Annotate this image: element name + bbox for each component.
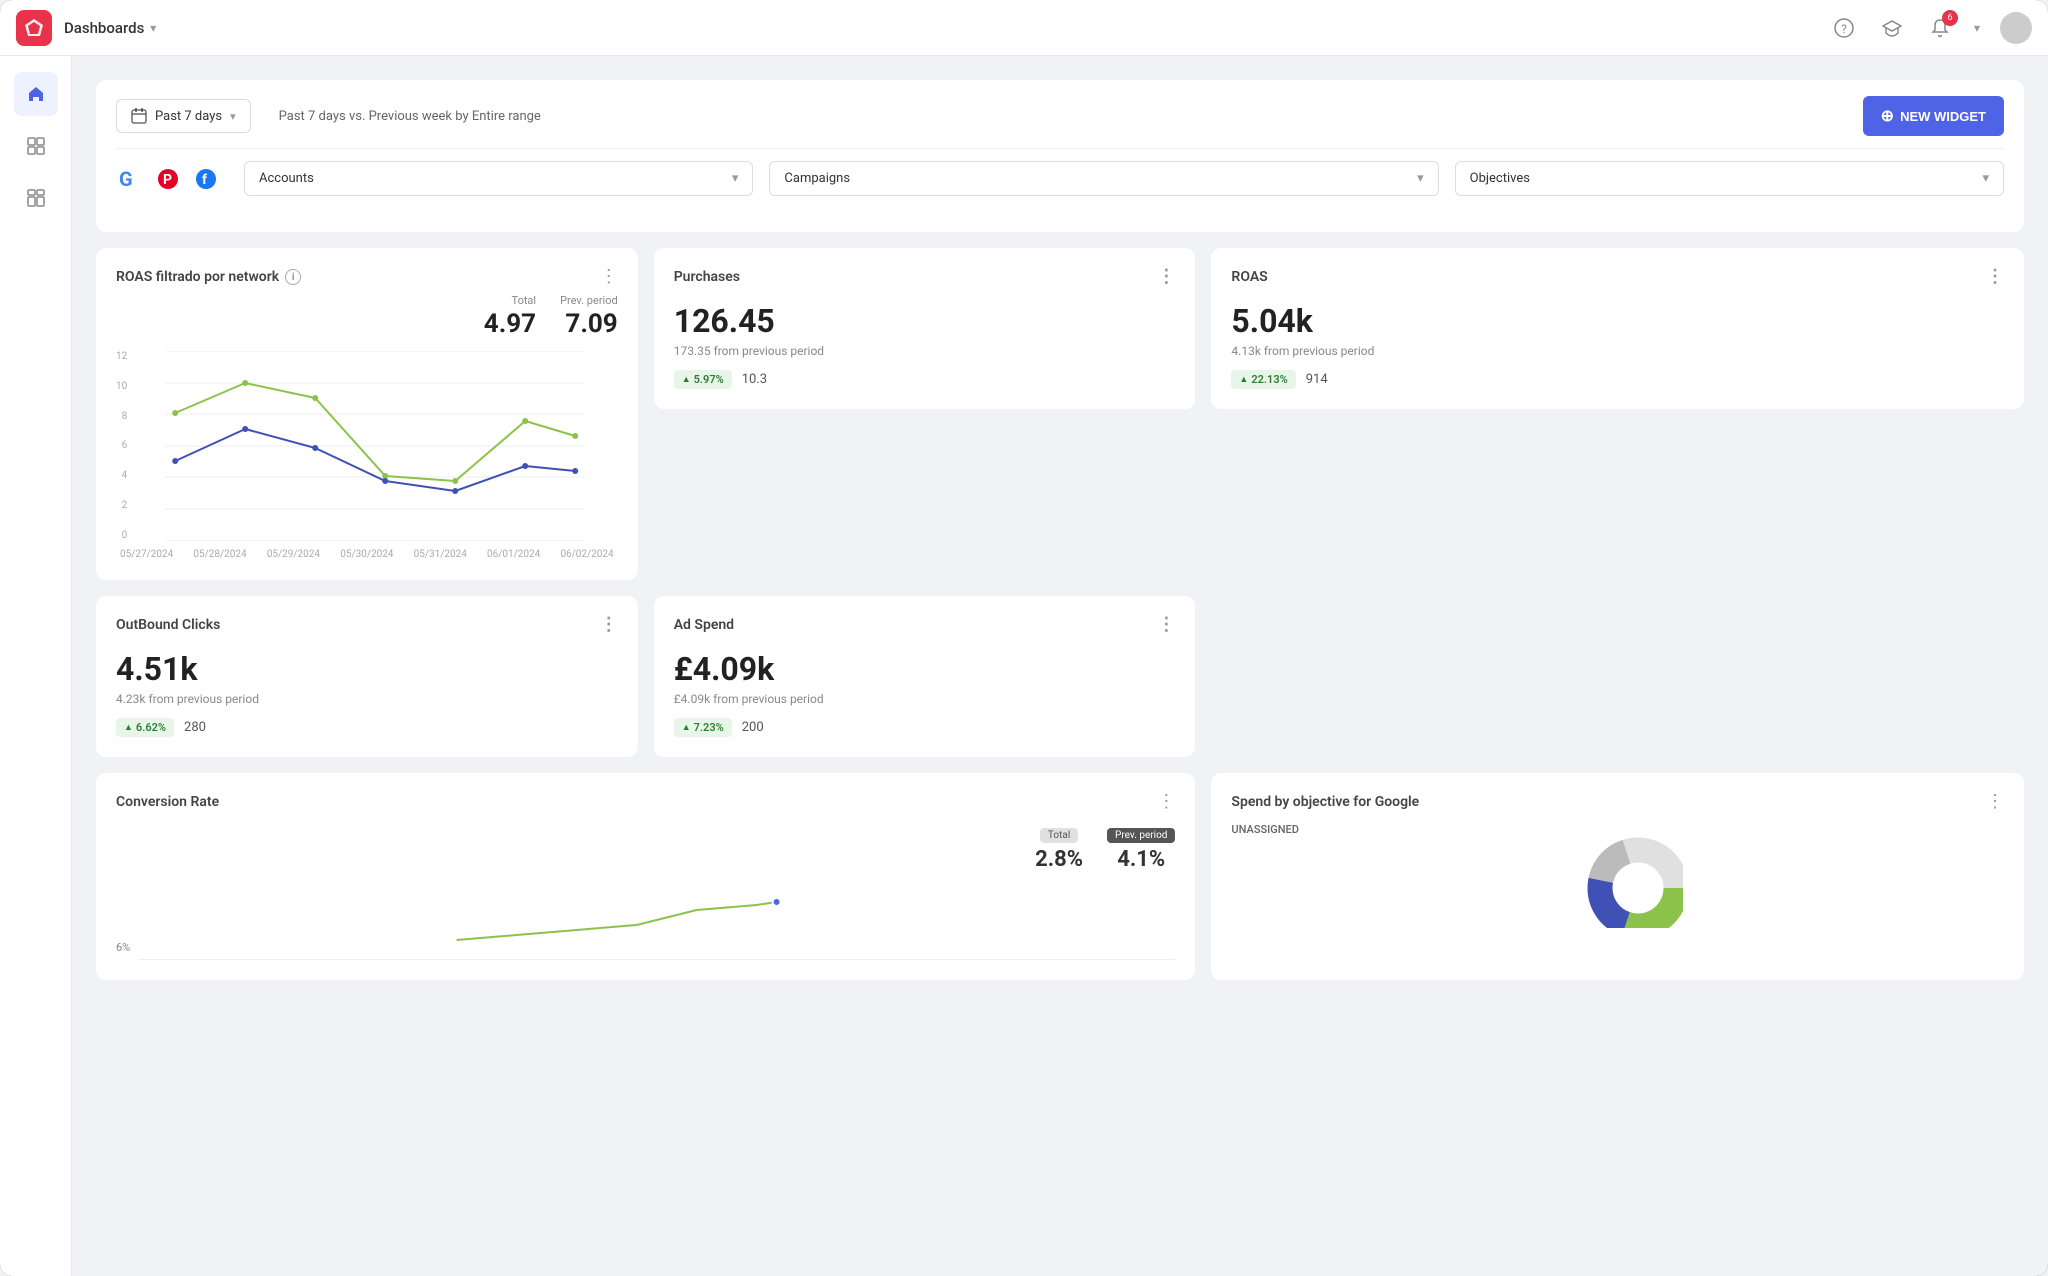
conversion-total-label: Total: [1040, 828, 1078, 843]
outbound-menu[interactable]: ⋮: [600, 616, 618, 634]
conversion-chart: [138, 880, 1175, 960]
graduation-icon[interactable]: [1878, 14, 1906, 42]
unassigned-label: UNASSIGNED: [1231, 823, 1299, 836]
chart-xaxis: 05/27/2024 05/28/2024 05/29/2024 05/30/2…: [116, 549, 618, 560]
nav-title-dashboards[interactable]: Dashboards ▾: [64, 19, 156, 37]
purchases-menu[interactable]: ⋮: [1157, 268, 1175, 286]
google-icon[interactable]: G: [116, 165, 144, 193]
accounts-label: Accounts: [259, 171, 314, 186]
date-range-info: Past 7 days vs. Previous week by Entire …: [279, 109, 541, 124]
legend-prev: Prev. period 7.09: [560, 294, 618, 339]
legend-prev-value: 7.09: [565, 309, 617, 339]
date-chevron-icon: ▾: [230, 110, 236, 123]
accounts-filter[interactable]: Accounts ▾: [244, 161, 753, 196]
svg-text:P: P: [163, 172, 172, 188]
conversion-menu[interactable]: ⋮: [1157, 793, 1175, 811]
purchases-secondary: 10.3: [742, 372, 767, 387]
facebook-icon[interactable]: f: [192, 165, 220, 193]
conversion-prev-label: Prev. period: [1107, 828, 1175, 843]
chart-svg: [133, 351, 617, 541]
legend-total-value: 4.97: [484, 309, 536, 339]
help-icon[interactable]: ?: [1830, 14, 1858, 42]
calendar-icon: [131, 108, 147, 124]
spend-menu[interactable]: ⋮: [1986, 793, 2004, 811]
outbound-secondary: 280: [184, 720, 206, 735]
logo: [16, 10, 52, 46]
adspend-value: £4.09k: [674, 650, 1176, 688]
accounts-chevron-icon: ▾: [732, 171, 739, 186]
nav-title-chevron-icon: ▾: [150, 21, 156, 35]
roas-chart-card: ROAS filtrado por network i ⋮ Total 4.97…: [96, 248, 638, 580]
campaigns-label: Campaigns: [784, 171, 850, 186]
purchases-card: Purchases ⋮ 126.45 173.35 from previous …: [654, 248, 1196, 409]
conversion-y-label: 6%: [116, 941, 130, 960]
outbound-card: OutBound Clicks ⋮ 4.51k 4.23k from previ…: [96, 596, 638, 757]
pinterest-icon[interactable]: P: [154, 165, 182, 193]
sidebar-item-grid[interactable]: [14, 124, 58, 168]
purchases-badge: 5.97%: [674, 370, 732, 389]
legend-total: Total 4.97: [484, 294, 536, 339]
outbound-badge: 6.62%: [116, 718, 174, 737]
roas-title: ROAS: [1231, 269, 1267, 285]
top-nav: Dashboards ▾ ? 6 ▾: [0, 0, 2048, 56]
adspend-secondary: 200: [742, 720, 764, 735]
sidebar-item-widgets[interactable]: [14, 176, 58, 220]
chart-title: ROAS filtrado por network: [116, 269, 279, 285]
legend-prev-label: Prev. period: [560, 294, 618, 307]
adspend-card: Ad Spend ⋮ £4.09k £4.09k from previous p…: [654, 596, 1196, 757]
user-menu-chevron[interactable]: ▾: [1974, 21, 1980, 35]
date-selector[interactable]: Past 7 days ▾: [116, 99, 251, 133]
outbound-sub: 4.23k from previous period: [116, 692, 618, 706]
conversion-title: Conversion Rate: [116, 794, 219, 810]
chart-info-icon[interactable]: i: [285, 269, 301, 285]
campaigns-chevron-icon: ▾: [1417, 171, 1424, 186]
adspend-sub: £4.09k from previous period: [674, 692, 1176, 706]
spend-card: Spend by objective for Google ⋮ UNASSIGN…: [1211, 773, 2024, 980]
outbound-title: OutBound Clicks: [116, 617, 220, 633]
sidebar: [0, 56, 72, 1276]
chart-menu[interactable]: ⋮: [600, 268, 618, 286]
conversion-card: Conversion Rate ⋮ Total 2.8% Prev. perio…: [96, 773, 1195, 980]
spend-title: Spend by objective for Google: [1231, 794, 1419, 810]
purchases-title: Purchases: [674, 269, 740, 285]
filter-bar: G P f Accounts ▾ Campaigns: [116, 161, 2004, 196]
objectives-filter[interactable]: Objectives ▾: [1455, 161, 2004, 196]
purchases-sub: 173.35 from previous period: [674, 344, 1176, 358]
chart-legend: Total 4.97 Prev. period 7.09: [116, 294, 618, 339]
conversion-total-value: 2.8%: [1035, 847, 1083, 872]
legend-total-label: Total: [512, 294, 537, 307]
notification-badge: 6: [1942, 10, 1958, 26]
svg-text:?: ?: [1841, 22, 1847, 36]
roas-sub: 4.13k from previous period: [1231, 344, 2004, 358]
svg-text:G: G: [119, 168, 133, 190]
adspend-menu[interactable]: ⋮: [1157, 616, 1175, 634]
bell-icon[interactable]: 6: [1926, 14, 1954, 42]
adspend-badge: 7.23%: [674, 718, 732, 737]
main-content: Past 7 days ▾ Past 7 days vs. Previous w…: [72, 56, 2048, 1276]
objectives-label: Objectives: [1470, 171, 1530, 186]
campaigns-filter[interactable]: Campaigns ▾: [769, 161, 1438, 196]
roas-value: 5.04k: [1231, 302, 2004, 340]
date-label: Past 7 days: [155, 109, 222, 124]
outbound-value: 4.51k: [116, 650, 618, 688]
conversion-prev-value: 4.1%: [1107, 847, 1175, 872]
spend-donut-chart: [1553, 828, 1683, 928]
purchases-value: 126.45: [674, 302, 1176, 340]
sidebar-item-home[interactable]: [14, 72, 58, 116]
roas-menu[interactable]: ⋮: [1986, 268, 2004, 286]
new-widget-button[interactable]: ⊕ NEW WIDGET: [1863, 96, 2004, 136]
platform-icons: G P f: [116, 165, 220, 193]
top-bar-wrapper: Past 7 days ▾ Past 7 days vs. Previous w…: [96, 80, 2024, 232]
plus-circle-icon: ⊕: [1881, 106, 1894, 126]
roas-badge: 22.13%: [1231, 370, 1295, 389]
roas-card: ROAS ⋮ 5.04k 4.13k from previous period …: [1211, 248, 2024, 409]
roas-secondary: 914: [1306, 372, 1328, 387]
nav-icons: ? 6 ▾: [1830, 12, 2032, 44]
objectives-chevron-icon: ▾: [1982, 171, 1989, 186]
adspend-title: Ad Spend: [674, 617, 734, 633]
user-avatar[interactable]: [2000, 12, 2032, 44]
